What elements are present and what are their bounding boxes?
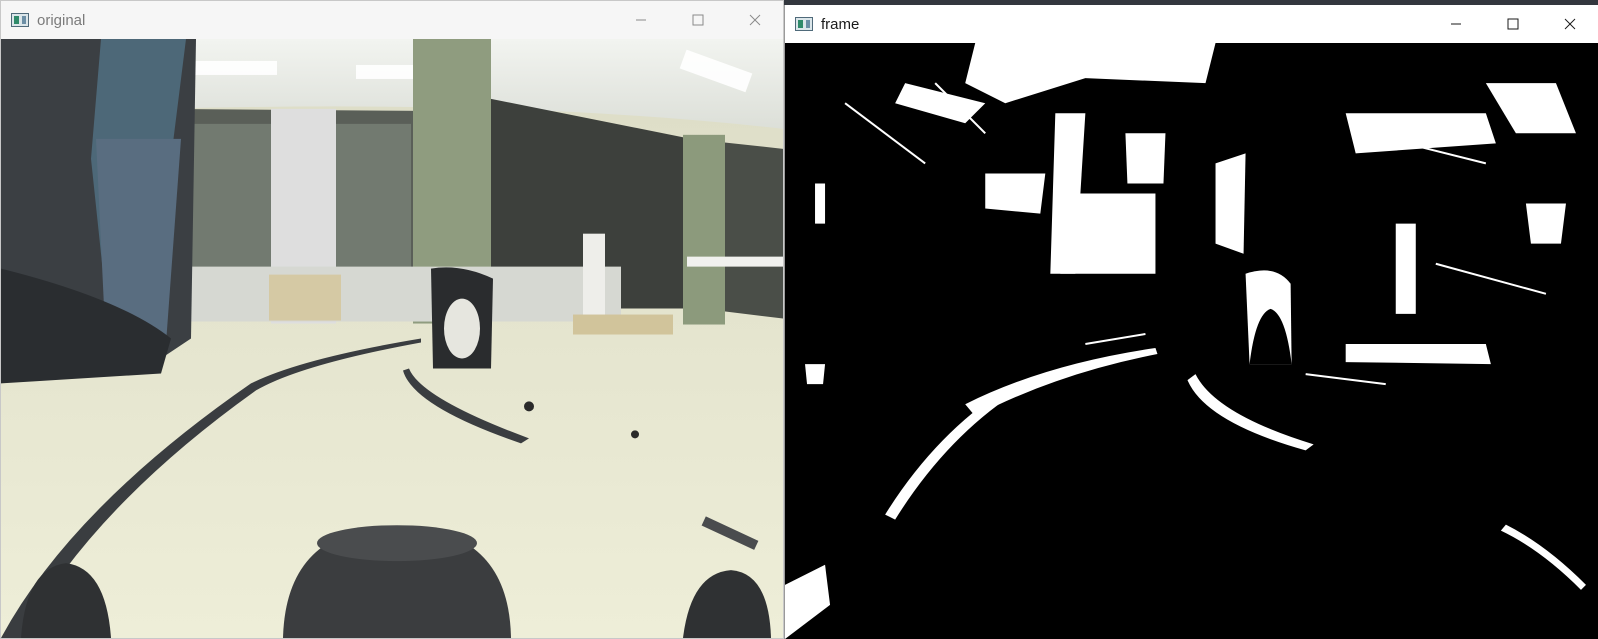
maximize-button[interactable] [1484,5,1541,43]
opencv-window-icon [11,13,29,27]
original-window[interactable]: original [0,0,784,639]
minimize-icon [1450,23,1461,25]
window-title: frame [821,15,860,33]
close-icon [749,14,760,26]
opencv-window-icon [795,17,813,31]
camera-image [1,39,783,638]
frame-window[interactable]: frame [784,5,1598,639]
minimize-icon [635,19,646,21]
maximize-icon [692,14,703,26]
window-title: original [37,11,86,29]
maximize-icon [1507,18,1518,30]
window-controls [1427,5,1598,43]
threshold-image [785,43,1598,639]
close-icon [1564,18,1575,30]
close-button[interactable] [1541,5,1598,43]
window-controls [612,1,783,39]
title-bar[interactable]: frame [785,5,1598,43]
close-button[interactable] [726,1,783,39]
camera-view [1,39,783,638]
minimize-button[interactable] [612,1,669,39]
maximize-button[interactable] [669,1,726,39]
threshold-view [785,43,1598,639]
minimize-button[interactable] [1427,5,1484,43]
title-bar[interactable]: original [1,1,783,39]
